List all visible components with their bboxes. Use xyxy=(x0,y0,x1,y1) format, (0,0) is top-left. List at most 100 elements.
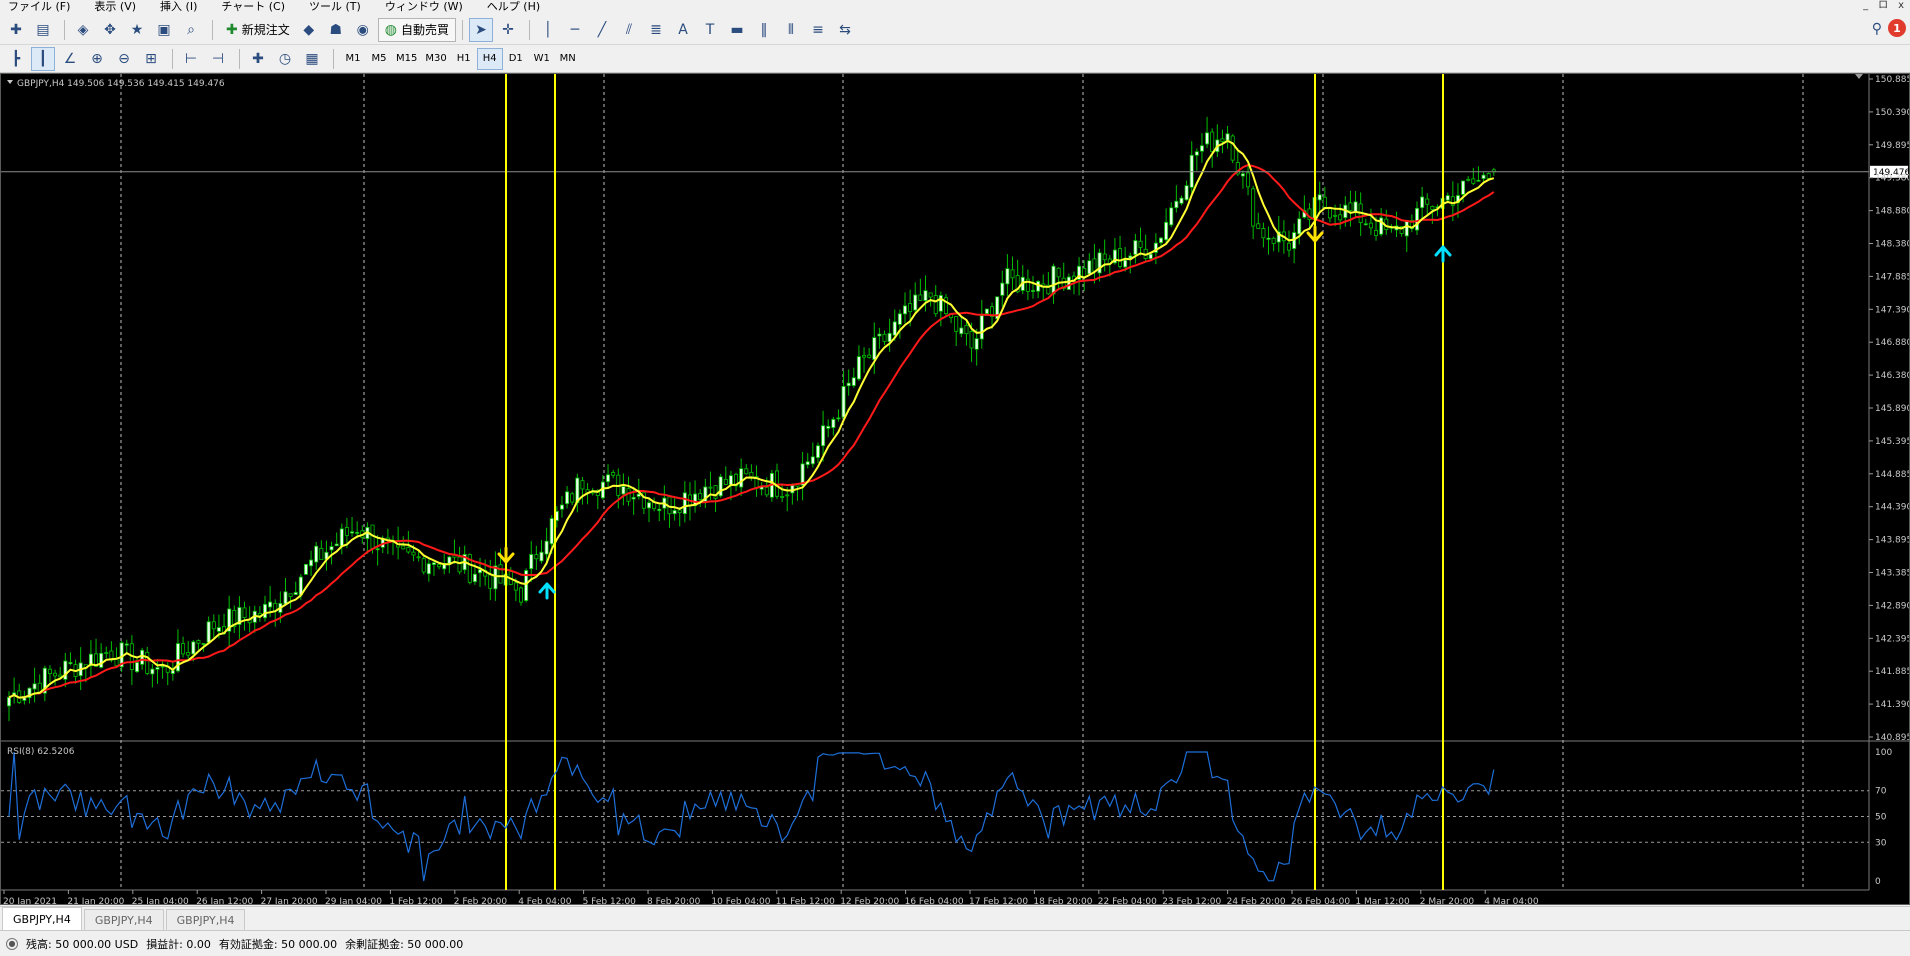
terminal-icon[interactable]: ▣ xyxy=(152,18,176,42)
candle-body xyxy=(534,554,539,560)
candle-body xyxy=(421,558,426,573)
timeframe-m5[interactable]: M5 xyxy=(366,48,392,70)
candle-body xyxy=(872,337,877,360)
candle-body xyxy=(1123,259,1128,268)
crosshair-icon[interactable]: ✛ xyxy=(496,18,520,42)
time-tick-label: 25 Jan 04:00 xyxy=(132,897,189,904)
periodicity-icon[interactable]: ◷ xyxy=(273,47,297,71)
search-icon[interactable]: ⚲ xyxy=(1872,21,1882,37)
candle-body xyxy=(1486,173,1491,179)
candle-body xyxy=(1159,237,1164,244)
chart-shift-icon[interactable]: ⊢ xyxy=(179,47,203,71)
chart-tab-2[interactable]: GBPJPY,H4 xyxy=(83,909,164,930)
horizontal-line-icon[interactable]: ─ xyxy=(563,18,587,42)
navigator-icon[interactable]: ★ xyxy=(125,18,149,42)
fibo-fan-icon[interactable]: ≡ xyxy=(806,18,830,42)
candle-body xyxy=(303,563,308,575)
signals-icon[interactable]: ☗ xyxy=(324,18,348,42)
time-tick-label: 1 Mar 12:00 xyxy=(1355,897,1410,904)
tile-windows-icon[interactable]: ⊞ xyxy=(139,47,163,71)
arrows-icon[interactable]: ⇆ xyxy=(833,18,857,42)
price-tick-label: 143.895 xyxy=(1875,536,1909,546)
menu-window[interactable]: ウィンドウ (W) xyxy=(377,0,479,14)
timeframe-m30[interactable]: M30 xyxy=(421,48,450,70)
close-button[interactable]: x xyxy=(1898,0,1904,12)
notification-badge[interactable]: 1 xyxy=(1888,19,1906,37)
menu-insert[interactable]: 挿入 (I) xyxy=(152,0,213,14)
candle-body xyxy=(145,651,150,674)
price-tick-label: 150.885 xyxy=(1875,75,1909,85)
data-window-icon[interactable]: ✥ xyxy=(98,18,122,42)
candlestick-icon[interactable]: ┃ xyxy=(31,46,55,71)
timeframe-m1[interactable]: M1 xyxy=(340,48,366,70)
restore-button[interactable]: ロ xyxy=(1878,0,1888,12)
bar-chart-icon[interactable]: ┣ xyxy=(4,47,28,71)
new-order-button[interactable]: ✚ 新規注文 xyxy=(219,18,297,42)
toolbar-separator xyxy=(461,19,463,40)
zoom-out-icon[interactable]: ⊖ xyxy=(112,47,136,71)
timeframe-w1[interactable]: W1 xyxy=(529,48,555,70)
candle-body xyxy=(974,338,979,350)
menu-tools[interactable]: ツール (T) xyxy=(301,0,377,14)
chart-tab-3[interactable]: GBPJPY,H4 xyxy=(165,909,246,930)
menu-view[interactable]: 表示 (V) xyxy=(86,0,152,14)
metaeditor-icon[interactable]: ◆ xyxy=(297,18,321,42)
equidistant-channel-icon[interactable]: ⫽ xyxy=(617,18,641,42)
strategy-tester-icon[interactable]: ⌕ xyxy=(179,18,203,42)
vertical-line-icon[interactable]: │ xyxy=(536,18,560,42)
chart-info-text: GBPJPY,H4 149.506 149.536 149.415 149.47… xyxy=(17,79,225,89)
candle-body xyxy=(488,574,493,589)
menu-file[interactable]: ファイル (F) xyxy=(0,0,86,14)
timeframe-m15[interactable]: M15 xyxy=(392,48,421,70)
menu-help[interactable]: ヘルプ (H) xyxy=(479,0,556,14)
market-watch-icon[interactable]: ◈ xyxy=(71,18,95,42)
line-chart-icon[interactable]: ∠ xyxy=(58,47,82,71)
candle-body xyxy=(339,528,344,547)
templates-icon[interactable]: ▦ xyxy=(300,47,324,71)
candle-body xyxy=(206,621,211,643)
candle-body xyxy=(913,294,918,311)
candle-body xyxy=(1348,202,1353,211)
candle-body xyxy=(1184,185,1189,201)
free-margin-text: 余剰証拠金: 50 000.00 xyxy=(345,937,464,951)
gann-icon[interactable]: ⦀ xyxy=(779,18,803,42)
candle-body xyxy=(513,582,518,591)
zoom-in-icon[interactable]: ⊕ xyxy=(85,47,109,71)
auto-trading-icon: ◍ xyxy=(384,21,397,38)
cursor-icon[interactable]: ➤ xyxy=(468,17,493,42)
text-label-icon[interactable]: T xyxy=(698,18,722,42)
indicators-icon[interactable]: ✚ xyxy=(246,47,270,71)
chart-tab-1[interactable]: GBPJPY,H4 xyxy=(2,907,82,930)
price-chart[interactable]: 149.476150.885150.390149.895149.380148.8… xyxy=(1,74,1909,904)
candle-body xyxy=(114,658,119,666)
chart-window[interactable]: 149.476 150.885 150.390 149.895 149.380 148.8… xyxy=(0,73,1910,905)
candle-body xyxy=(1102,253,1107,261)
market-icon[interactable]: ◉ xyxy=(351,18,375,42)
rectangle-icon[interactable]: ▬ xyxy=(725,18,749,42)
timeframe-h1[interactable]: H1 xyxy=(451,48,477,70)
time-tick-label: 27 Jan 20:00 xyxy=(261,897,318,904)
candle-body xyxy=(344,527,349,536)
new-chart-icon[interactable]: ✚ xyxy=(4,18,28,42)
toolbar-separator xyxy=(239,48,240,69)
trendline-icon[interactable]: ╱ xyxy=(590,18,614,42)
profiles-icon[interactable]: ▤ xyxy=(31,18,55,42)
candle-body xyxy=(621,486,626,495)
account-status-bar: ● 残高: 50 000.00 USD 損益計: 0.00 有効証拠金: 50 … xyxy=(0,930,1910,956)
toolbar-separator xyxy=(528,19,530,40)
minimize-button[interactable]: _ xyxy=(1863,0,1868,12)
timeframe-h4[interactable]: H4 xyxy=(476,47,503,70)
candle-body xyxy=(892,321,897,336)
candle-body xyxy=(1420,196,1425,209)
periods-icon[interactable]: ‖ xyxy=(752,18,776,42)
text-icon[interactable]: A xyxy=(671,18,695,42)
autoscroll-icon[interactable]: ⊣ xyxy=(206,47,230,71)
timeframe-d1[interactable]: D1 xyxy=(503,48,529,70)
candle-body xyxy=(201,643,206,645)
timeframe-mn[interactable]: MN xyxy=(555,48,581,70)
menu-bar: ファイル (F) 表示 (V) 挿入 (I) チャート (C) ツール (T) … xyxy=(0,0,1910,14)
menu-chart[interactable]: チャート (C) xyxy=(213,0,301,14)
fibonacci-icon[interactable]: ≣ xyxy=(644,18,668,42)
auto-trading-button[interactable]: ◍ 自動売買 xyxy=(377,17,456,42)
candle-body xyxy=(1338,214,1343,221)
